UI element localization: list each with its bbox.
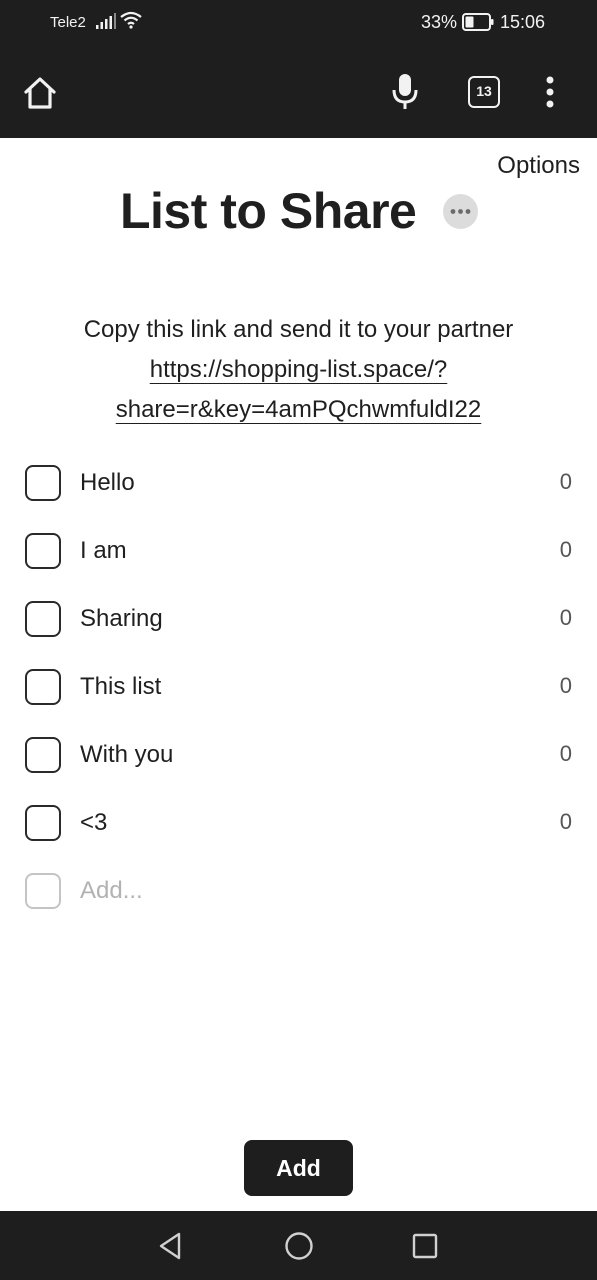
browser-menu-button[interactable] bbox=[540, 74, 560, 110]
item-label[interactable]: This list bbox=[80, 673, 161, 701]
more-horizontal-icon bbox=[450, 209, 471, 214]
item-label[interactable]: Hello bbox=[80, 469, 135, 497]
back-icon[interactable] bbox=[156, 1231, 186, 1261]
item-count[interactable]: 0 bbox=[560, 537, 572, 563]
share-link-line-2[interactable]: share=r&key=4amPQchwmfuldI22 bbox=[116, 396, 482, 423]
item-label[interactable]: <3 bbox=[80, 809, 107, 837]
list-item: I am 0 bbox=[0, 517, 597, 585]
more-vertical-icon bbox=[546, 76, 554, 108]
list-item: Sharing 0 bbox=[0, 585, 597, 653]
voice-search-button[interactable] bbox=[388, 72, 422, 112]
add-item-checkbox bbox=[25, 873, 61, 909]
recents-icon[interactable] bbox=[411, 1232, 439, 1260]
home-circle-icon[interactable] bbox=[284, 1231, 314, 1261]
item-checkbox[interactable] bbox=[25, 465, 61, 501]
share-link-line-1[interactable]: https://shopping-list.space/? bbox=[150, 356, 448, 383]
tabs-button[interactable]: 13 bbox=[468, 76, 500, 108]
item-count[interactable]: 0 bbox=[560, 605, 572, 631]
wifi-icon bbox=[120, 11, 142, 29]
item-checkbox[interactable] bbox=[25, 669, 61, 705]
signal-icon bbox=[96, 13, 116, 29]
options-link[interactable]: Options bbox=[497, 152, 580, 180]
list-item: <3 0 bbox=[0, 789, 597, 857]
item-label[interactable]: With you bbox=[80, 741, 173, 769]
item-count[interactable]: 0 bbox=[560, 469, 572, 495]
page-title: List to Share bbox=[120, 183, 417, 239]
share-section: Copy this link and send it to your partn… bbox=[0, 310, 597, 430]
battery-percentage: 33% bbox=[421, 12, 458, 32]
home-icon bbox=[24, 77, 56, 109]
list-item: With you 0 bbox=[0, 721, 597, 789]
shopping-list: Hello 0 I am 0 Sharing 0 This list 0 Wit… bbox=[0, 449, 597, 925]
battery-icon bbox=[462, 13, 494, 31]
item-checkbox[interactable] bbox=[25, 805, 61, 841]
item-checkbox[interactable] bbox=[25, 601, 61, 637]
microphone-icon bbox=[392, 74, 418, 109]
item-checkbox[interactable] bbox=[25, 533, 61, 569]
list-menu-button[interactable] bbox=[443, 194, 478, 229]
share-instruction: Copy this link and send it to your partn… bbox=[83, 316, 514, 343]
navigation-bar bbox=[0, 1211, 597, 1280]
item-label[interactable]: I am bbox=[80, 537, 127, 565]
item-count[interactable]: 0 bbox=[560, 673, 572, 699]
list-item: This list 0 bbox=[0, 653, 597, 721]
tab-count: 13 bbox=[476, 83, 492, 99]
add-item-row: Add... bbox=[0, 857, 597, 925]
item-count[interactable]: 0 bbox=[560, 809, 572, 835]
browser-toolbar: 13 bbox=[0, 46, 597, 138]
title-row: List to Share bbox=[0, 178, 597, 248]
add-button[interactable]: Add bbox=[244, 1140, 353, 1196]
list-item: Hello 0 bbox=[0, 449, 597, 517]
item-checkbox[interactable] bbox=[25, 737, 61, 773]
clock: 15:06 bbox=[500, 12, 546, 32]
item-count[interactable]: 0 bbox=[560, 741, 572, 767]
home-button[interactable] bbox=[20, 74, 60, 112]
item-label[interactable]: Sharing bbox=[80, 605, 163, 633]
carrier-name: Tele2 bbox=[50, 14, 86, 31]
status-bar: Tele2 33% 15:06 bbox=[0, 0, 597, 46]
add-item-input[interactable]: Add... bbox=[80, 877, 143, 905]
